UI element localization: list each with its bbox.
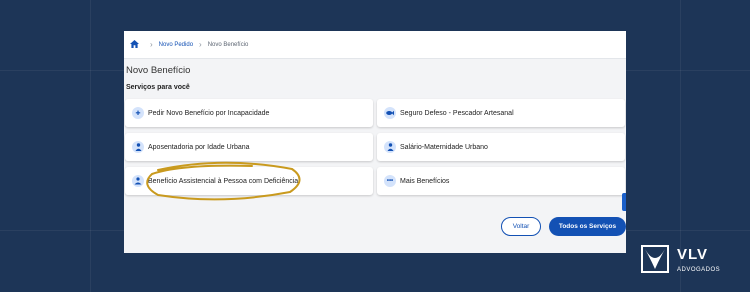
- service-label: Seguro Defeso - Pescador Artesanal: [400, 109, 514, 117]
- more-icon: •••: [384, 175, 396, 187]
- person-icon: [132, 141, 144, 153]
- breadcrumb-item-current: Novo Benefício: [207, 41, 249, 48]
- service-card-mais-beneficios[interactable]: ••• Mais Benefícios: [377, 167, 625, 195]
- side-tab[interactable]: [622, 193, 626, 211]
- logo-brand: VLV: [677, 246, 709, 263]
- service-label: Aposentadoria por Idade Urbana: [148, 143, 250, 151]
- medical-kit-icon: ✚: [132, 107, 144, 119]
- section-subtitle: Serviços para você: [126, 84, 190, 91]
- all-services-button[interactable]: Todos os Serviços: [549, 217, 626, 236]
- page-title: Novo Benefício: [126, 65, 191, 76]
- breadcrumb-item-novo-pedido[interactable]: Novo Pedido: [159, 42, 193, 48]
- main-panel: › Novo Pedido › Novo Benefício Novo Bene…: [124, 31, 626, 253]
- fish-icon: [384, 107, 396, 119]
- logo-mark-icon: [641, 245, 669, 273]
- service-card-aposentadoria[interactable]: Aposentadoria por Idade Urbana: [125, 133, 373, 161]
- person-icon: [384, 141, 396, 153]
- company-logo: VLV ADVOGADOS: [641, 245, 741, 279]
- breadcrumb: › Novo Pedido › Novo Benefício: [124, 31, 626, 59]
- service-card-salario-maternidade[interactable]: Salário-Maternidade Urbano: [377, 133, 625, 161]
- service-label: Salário-Maternidade Urbano: [400, 143, 488, 151]
- highlight-ellipse: [146, 161, 301, 201]
- home-icon[interactable]: [130, 39, 139, 50]
- back-button[interactable]: Voltar: [501, 217, 541, 236]
- service-label: Pedir Novo Benefício por Incapacidade: [148, 109, 270, 117]
- service-card-incapacidade[interactable]: ✚ Pedir Novo Benefício por Incapacidade: [125, 99, 373, 127]
- service-card-seguro-defeso[interactable]: Seguro Defeso - Pescador Artesanal: [377, 99, 625, 127]
- service-label: Mais Benefícios: [400, 177, 450, 185]
- logo-subtitle: ADVOGADOS: [677, 267, 721, 273]
- breadcrumb-separator: ›: [150, 40, 153, 49]
- breadcrumb-separator: ›: [199, 40, 202, 49]
